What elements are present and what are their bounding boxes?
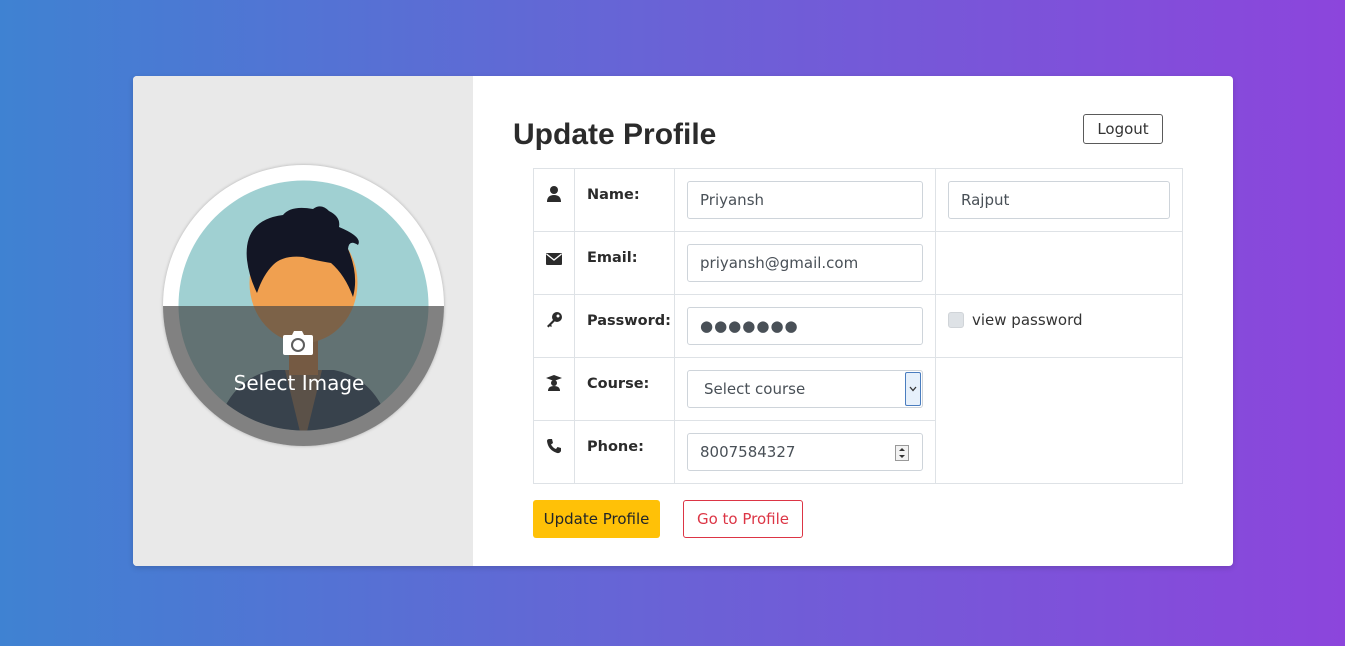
password-label: Password: bbox=[587, 313, 671, 329]
first-name-input[interactable]: Priyansh bbox=[687, 181, 923, 219]
go-to-profile-button[interactable]: Go to Profile bbox=[683, 500, 803, 538]
profile-form-table: Name: Priyansh Rajput Email: priyansh@gm… bbox=[533, 168, 1183, 484]
phone-value: 8007584327 bbox=[700, 443, 796, 461]
course-label: Course: bbox=[587, 376, 650, 392]
view-password-checkbox[interactable] bbox=[948, 312, 964, 328]
avatar-image-picker[interactable]: Select Image bbox=[163, 165, 444, 446]
course-row: Course: Select course bbox=[533, 357, 1183, 484]
logout-button[interactable]: Logout bbox=[1083, 114, 1163, 144]
password-row: Password: ●●●●●●● view password bbox=[533, 294, 1183, 358]
update-profile-button[interactable]: Update Profile bbox=[533, 500, 660, 538]
form-panel: Update Profile Logout Name: Priyansh Raj… bbox=[473, 76, 1233, 566]
phone-input[interactable]: 8007584327 bbox=[687, 433, 923, 471]
email-label: Email: bbox=[587, 250, 638, 266]
graduation-cap-icon bbox=[546, 375, 562, 391]
key-icon bbox=[547, 312, 562, 328]
number-spinner-icon[interactable] bbox=[895, 445, 909, 461]
course-selected-value: Select course bbox=[704, 380, 806, 398]
phone-icon bbox=[547, 439, 561, 454]
email-row: Email: priyansh@gmail.com bbox=[533, 231, 1183, 295]
chevron-down-icon[interactable] bbox=[905, 372, 921, 406]
password-input[interactable]: ●●●●●●● bbox=[687, 307, 923, 345]
email-value: priyansh@gmail.com bbox=[700, 254, 859, 272]
name-label: Name: bbox=[587, 187, 640, 203]
select-image-label[interactable]: Select Image bbox=[163, 371, 435, 395]
course-select[interactable]: Select course bbox=[687, 370, 923, 408]
page-title: Update Profile bbox=[513, 118, 717, 151]
profile-card: Select Image Update Profile Logout Name:… bbox=[133, 76, 1233, 566]
image-panel: Select Image bbox=[133, 76, 473, 566]
phone-label: Phone: bbox=[587, 439, 644, 455]
password-value: ●●●●●●● bbox=[700, 317, 799, 335]
camera-icon bbox=[283, 331, 313, 355]
user-icon bbox=[547, 186, 561, 202]
name-row: Name: Priyansh Rajput bbox=[533, 168, 1183, 232]
view-password-label[interactable]: view password bbox=[972, 311, 1083, 329]
last-name-input[interactable]: Rajput bbox=[948, 181, 1170, 219]
email-input[interactable]: priyansh@gmail.com bbox=[687, 244, 923, 282]
last-name-value: Rajput bbox=[961, 191, 1010, 209]
envelope-icon bbox=[546, 252, 562, 265]
first-name-value: Priyansh bbox=[700, 191, 765, 209]
